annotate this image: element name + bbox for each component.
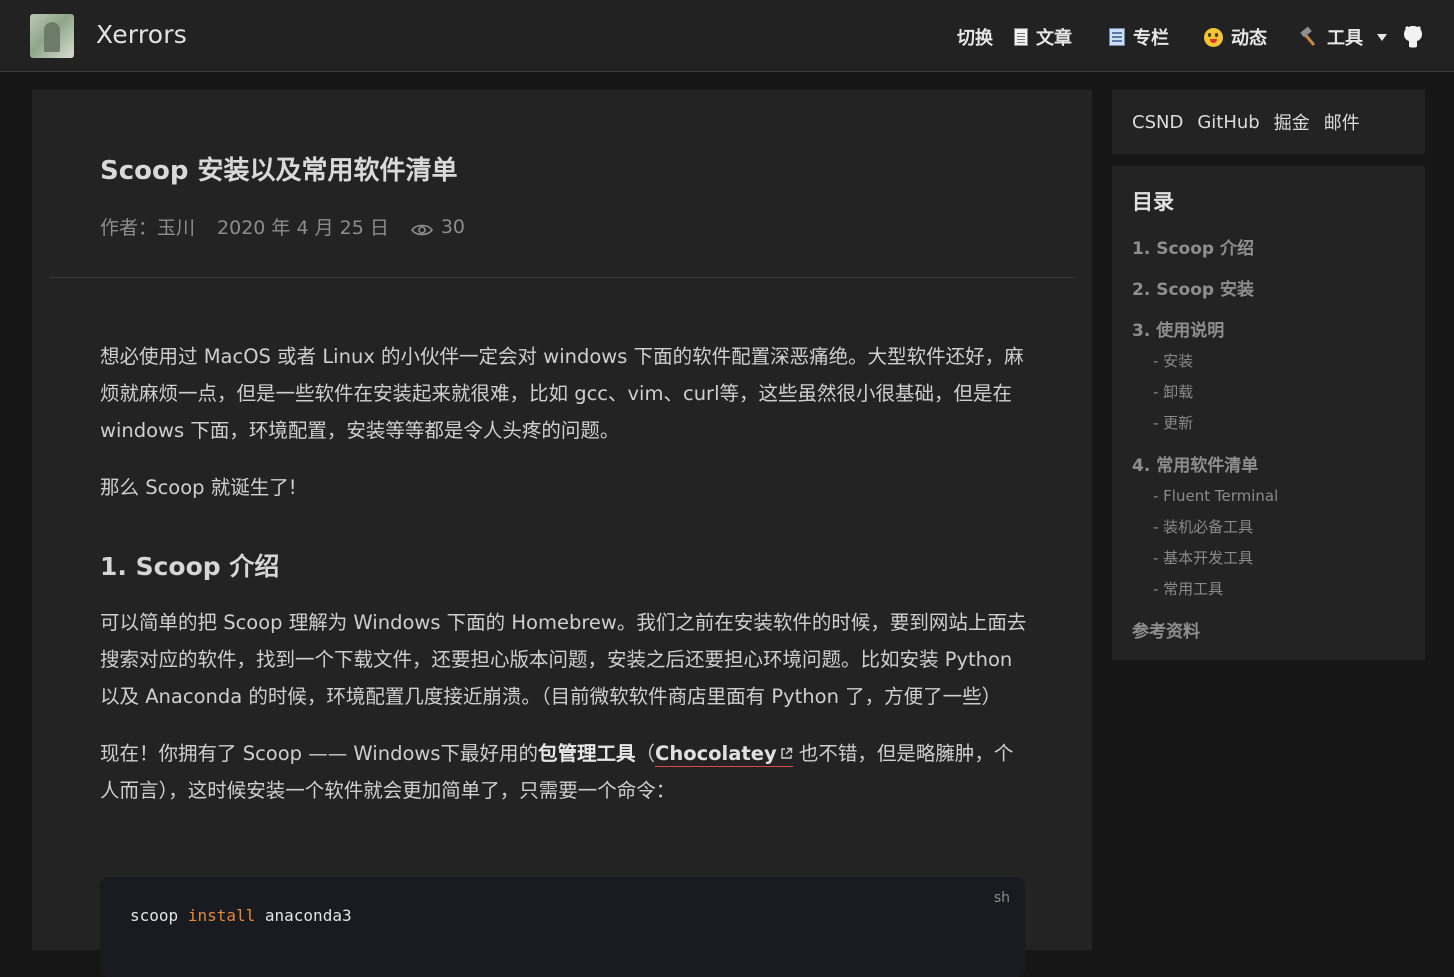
article-title: Scoop 安装以及常用软件清单 — [100, 156, 458, 186]
nav-label[interactable]: 专栏 — [1133, 24, 1169, 50]
link-juejin[interactable]: 掘金 — [1274, 109, 1310, 135]
avatar[interactable] — [30, 14, 74, 58]
bold-text: 包管理工具 — [537, 742, 636, 765]
nav-item-switch[interactable]: 切换 — [957, 22, 993, 52]
toc-list: 1. Scoop 介绍 2. Scoop 安装 3. 使用说明 - 安装 - 卸… — [1132, 236, 1278, 645]
link-github[interactable]: GitHub — [1197, 112, 1259, 133]
toc-subitem[interactable]: - 基本开发工具 — [1132, 543, 1278, 574]
paragraph: 想必使用过 MacOS 或者 Linux 的小伙伴一定会对 windows 下面… — [100, 345, 1024, 442]
toc-title: 目录 — [1132, 190, 1174, 214]
paragraph: 那么 Scoop 就诞生了! — [100, 476, 297, 499]
nav-label[interactable]: 文章 — [1036, 24, 1072, 50]
toc-item[interactable]: 2. Scoop 安装 — [1132, 277, 1278, 303]
table-of-contents: 目录 1. Scoop 介绍 2. Scoop 安装 3. 使用说明 - 安装 … — [1112, 166, 1425, 660]
site-brand[interactable]: Xerrors — [96, 20, 187, 49]
article-author: 作者：玉川 — [100, 217, 196, 239]
article-meta: 作者：玉川 2020 年 4 月 25 日 30 — [100, 213, 465, 240]
paragraph: 可以简单的把 Scoop 理解为 Windows 下面的 Homebrew。我们… — [100, 611, 1027, 708]
code-block[interactable]: sh scoop install anaconda3 — [100, 877, 1025, 977]
toc-subitem[interactable]: - Fluent Terminal — [1132, 481, 1278, 512]
silly-face-icon — [1204, 27, 1223, 47]
document-icon — [1014, 28, 1028, 46]
nav-item-columns[interactable]: 专栏 — [1109, 22, 1169, 52]
divider — [50, 277, 1075, 278]
article-panel: Scoop 安装以及常用软件清单 作者：玉川 2020 年 4 月 25 日 3… — [32, 90, 1092, 950]
toc-subitem[interactable]: - 常用工具 — [1132, 574, 1278, 605]
toc-subitem[interactable]: - 装机必备工具 — [1132, 512, 1278, 543]
social-links: CSND GitHub 掘金 邮件 — [1112, 90, 1425, 154]
toc-item[interactable]: 3. 使用说明 — [1132, 318, 1278, 344]
nav-item-tools[interactable]: 工具 — [1299, 22, 1387, 52]
article-date: 2020 年 4 月 25 日 — [217, 217, 389, 239]
toc-subitem[interactable]: - 安装 — [1132, 346, 1278, 377]
article-body: 想必使用过 MacOS 或者 Linux 的小伙伴一定会对 windows 下面… — [100, 338, 1030, 829]
toc-item[interactable]: 1. Scoop 介绍 — [1132, 236, 1278, 262]
chevron-down-icon[interactable] — [1377, 33, 1387, 41]
nav-label[interactable]: 切换 — [957, 24, 993, 50]
nav-label[interactable]: 动态 — [1231, 24, 1267, 50]
toc-item[interactable]: 参考资料 — [1132, 619, 1278, 645]
toc-subitem[interactable]: - 卸载 — [1132, 377, 1278, 408]
link-csdn[interactable]: CSND — [1132, 112, 1183, 133]
eye-icon — [410, 220, 433, 235]
code-line: scoop install anaconda3 — [130, 906, 352, 925]
code-language: sh — [993, 890, 1010, 906]
view-count: 30 — [440, 215, 466, 238]
chocolatey-link[interactable]: Chocolatey — [655, 742, 793, 767]
nav-label[interactable]: 工具 — [1327, 24, 1363, 50]
external-link-icon — [780, 735, 793, 759]
link-email[interactable]: 邮件 — [1324, 109, 1360, 135]
notebook-icon — [1109, 28, 1125, 46]
github-icon[interactable] — [1402, 24, 1424, 49]
hammer-icon — [1299, 27, 1319, 47]
section-heading: 1. Scoop 介绍 — [100, 552, 280, 581]
top-navbar: Xerrors 切换 文章 专栏 动态 工具 — [0, 0, 1454, 72]
paragraph: 现在！你拥有了 Scoop —— Windows下最好用的包管理工具（Choco… — [100, 735, 1030, 809]
nav-item-articles[interactable]: 文章 — [1014, 22, 1072, 52]
nav-item-moments[interactable]: 动态 — [1204, 22, 1267, 52]
toc-item[interactable]: 4. 常用软件清单 — [1132, 453, 1278, 479]
toc-subitem[interactable]: - 更新 — [1132, 408, 1278, 439]
